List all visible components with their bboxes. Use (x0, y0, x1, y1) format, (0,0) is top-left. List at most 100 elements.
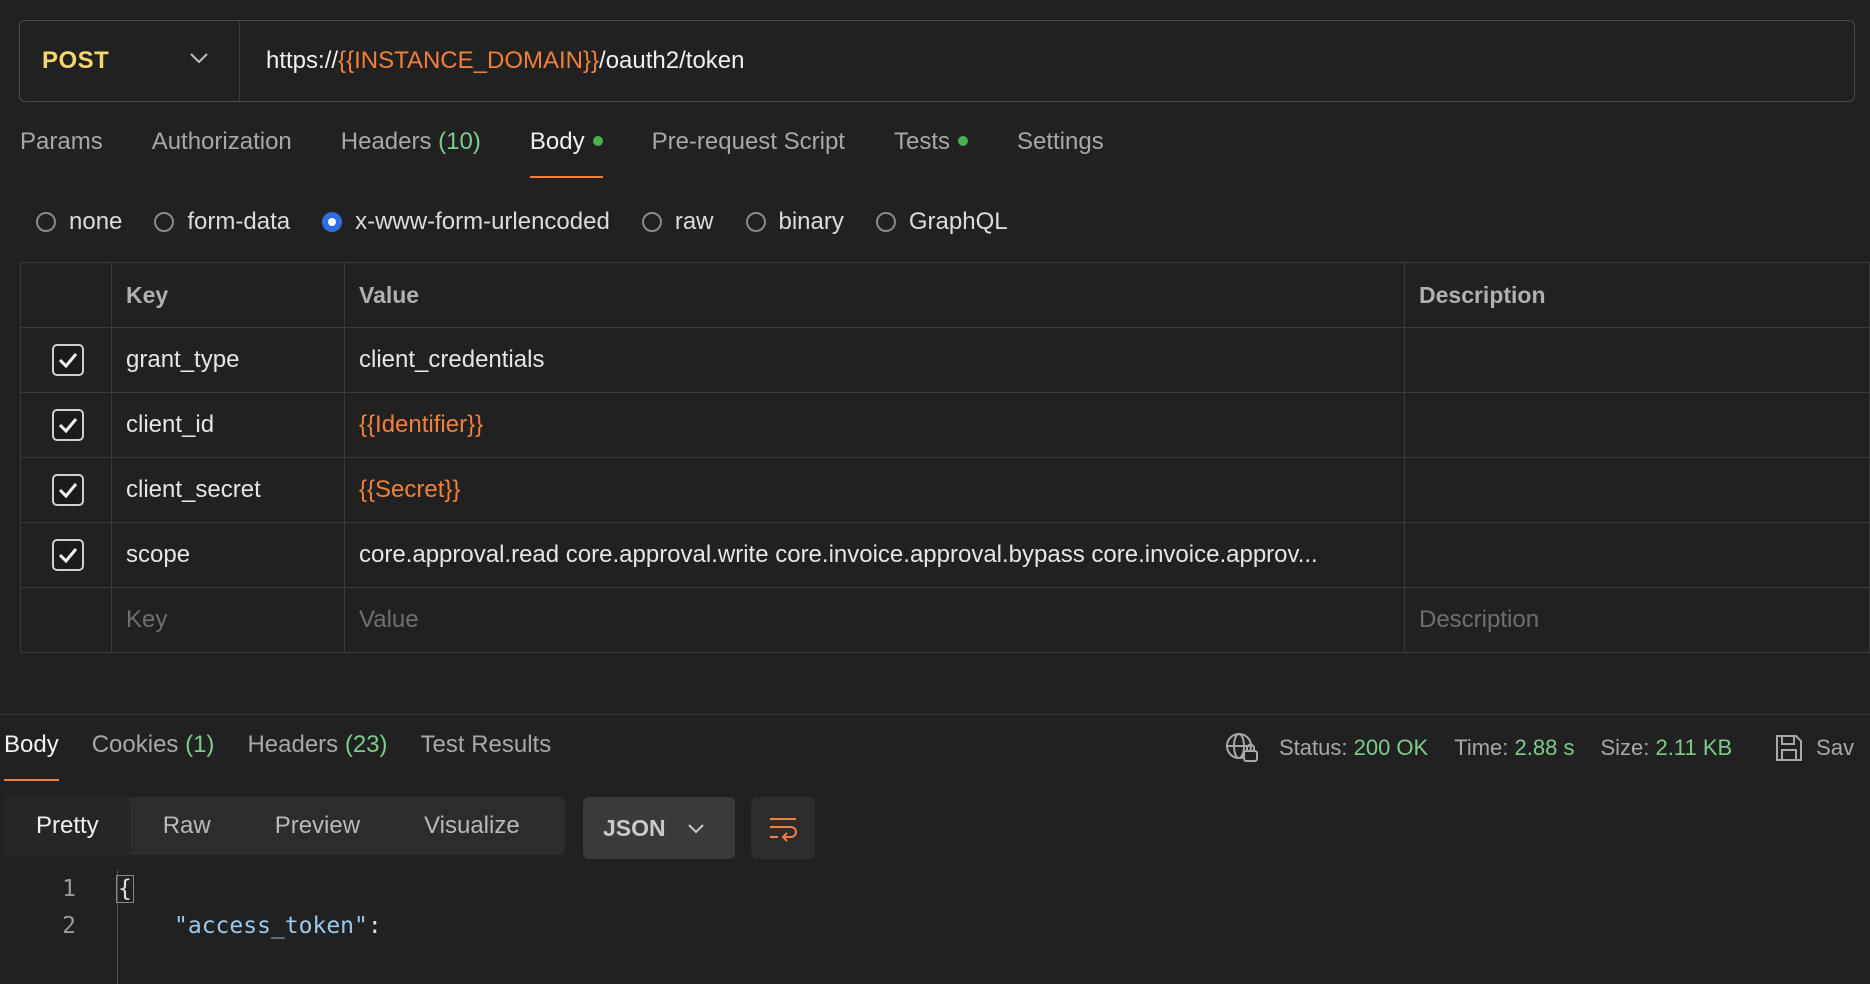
checkbox-header (20, 262, 112, 328)
size-readout[interactable]: Size: 2.11 KB (1600, 735, 1732, 761)
status-readout[interactable]: Status: 200 OK (1279, 735, 1428, 761)
format-select-label: JSON (603, 814, 666, 841)
row-checkbox[interactable] (52, 474, 84, 506)
value-cell[interactable]: core.approval.read core.approval.write c… (344, 522, 1405, 588)
check-icon (58, 483, 78, 498)
response-tab-body[interactable]: Body (4, 731, 59, 781)
radio-circle-icon (641, 212, 662, 232)
radio-label: none (69, 208, 123, 235)
key-cell[interactable]: grant_type (111, 327, 345, 393)
response-code-viewer[interactable]: 1 { 2 "access_token": (0, 870, 1870, 984)
radio-circle-icon (154, 212, 175, 232)
description-cell[interactable] (1404, 457, 1870, 523)
radio-label: GraphQL (908, 208, 1008, 235)
json-colon: : (367, 912, 382, 939)
tab-headers[interactable]: Headers (10) (341, 128, 481, 178)
check-icon (58, 353, 78, 368)
value-placeholder-input[interactable]: Value (344, 587, 1405, 653)
line-number: 1 (62, 875, 76, 902)
status-value: 200 OK (1353, 735, 1429, 760)
table-row: client_secret {{Secret}} (20, 457, 1870, 523)
row-checkbox[interactable] (52, 344, 84, 376)
body-type-radio-group: none form-data x-www-form-urlencoded raw… (36, 208, 1040, 236)
tab-settings[interactable]: Settings (1017, 128, 1104, 178)
size-value: 2.11 KB (1655, 735, 1733, 760)
save-response-button[interactable]: Sav (1774, 733, 1854, 763)
tab-label: Tests (893, 128, 950, 155)
save-label: Sav (1816, 735, 1855, 760)
format-select[interactable]: JSON (583, 797, 735, 859)
description-placeholder-input[interactable]: Description (1404, 587, 1870, 653)
description-cell[interactable] (1404, 522, 1870, 588)
radio-selected-icon (322, 212, 343, 232)
tab-body[interactable]: Body (529, 128, 603, 178)
tab-tests[interactable]: Tests (894, 128, 968, 178)
method-label: POST (42, 47, 110, 74)
key-cell[interactable]: client_id (111, 392, 345, 458)
tab-authorization[interactable]: Authorization (152, 128, 292, 178)
code-line: 2 "access_token": (0, 907, 1870, 944)
time-readout[interactable]: Time: 2.88 s (1454, 735, 1574, 761)
scope-value-text: core.approval.read core.approval.write c… (359, 541, 1318, 568)
view-pretty-button[interactable]: Pretty (4, 797, 131, 855)
radio-circle-icon (875, 212, 896, 232)
radio-raw[interactable]: raw (641, 208, 714, 236)
wrap-lines-button[interactable] (751, 797, 815, 859)
time-label: Time: (1454, 735, 1509, 760)
chevron-down-icon (190, 53, 208, 64)
json-key: "access_token" (174, 912, 368, 939)
response-tab-cookies[interactable]: Cookies (1) (92, 731, 215, 781)
value-cell[interactable]: {{Identifier}} (344, 392, 1405, 458)
line-number: 2 (62, 912, 76, 939)
radio-binary[interactable]: binary (745, 208, 844, 236)
headers-count-badge: (10) (438, 128, 481, 155)
code-text: { (116, 874, 134, 903)
status-label: Status: (1279, 735, 1348, 760)
params-table: Key Value Description grant_type client_… (20, 262, 1870, 653)
tab-pre-request-script[interactable]: Pre-request Script (652, 128, 845, 178)
radio-label: binary (778, 208, 844, 235)
key-column-header: Key (111, 262, 345, 328)
key-cell[interactable]: scope (111, 522, 345, 588)
radio-none[interactable]: none (36, 208, 122, 236)
response-tab-test-results[interactable]: Test Results (421, 731, 552, 781)
row-checkbox[interactable] (52, 409, 84, 441)
cookies-count-badge: (1) (185, 731, 215, 758)
tab-label: Cookies (91, 731, 179, 758)
table-header-row: Key Value Description (20, 262, 1870, 328)
description-cell[interactable] (1404, 392, 1870, 458)
wrap-lines-icon (770, 818, 797, 842)
response-status-bar: Status: 200 OK Time: 2.88 s Size: 2.11 K… (1225, 732, 1854, 764)
tab-label: Pre-request Script (651, 128, 845, 155)
tab-label: Authorization (151, 128, 292, 155)
view-visualize-button[interactable]: Visualize (392, 797, 552, 855)
globe-lock-icon[interactable] (1225, 732, 1259, 764)
radio-label: raw (674, 208, 714, 235)
save-icon (1776, 735, 1803, 761)
response-tab-headers[interactable]: Headers (23) (247, 731, 387, 781)
tab-label: Headers (340, 128, 432, 155)
view-raw-button[interactable]: Raw (131, 797, 243, 855)
empty-checkbox-cell (20, 587, 112, 653)
key-placeholder-input[interactable]: Key (111, 587, 345, 653)
radio-circle-icon (745, 212, 766, 232)
chevron-down-icon (688, 824, 704, 834)
time-value: 2.88 s (1514, 735, 1575, 760)
value-cell[interactable]: client_credentials (344, 327, 1405, 393)
method-select[interactable]: POST (20, 21, 240, 101)
view-mode-group: Pretty Raw Preview Visualize (4, 797, 565, 855)
radio-form-data[interactable]: form-data (154, 208, 290, 236)
radio-x-www-form-urlencoded[interactable]: x-www-form-urlencoded (322, 208, 610, 236)
request-url-bar: POST https://{{INSTANCE_DOMAIN}}/oauth2/… (19, 20, 1855, 102)
row-checkbox[interactable] (52, 539, 84, 571)
value-cell[interactable]: {{Secret}} (344, 457, 1405, 523)
tab-params[interactable]: Params (20, 128, 103, 178)
description-cell[interactable] (1404, 327, 1870, 393)
view-preview-button[interactable]: Preview (243, 797, 392, 855)
pane-divider[interactable] (0, 714, 1870, 715)
radio-graphql[interactable]: GraphQL (875, 208, 1008, 236)
key-cell[interactable]: client_secret (111, 457, 345, 523)
radio-circle-icon (36, 212, 56, 232)
url-input[interactable]: https://{{INSTANCE_DOMAIN}}/oauth2/token (240, 47, 744, 75)
tab-label: Settings (1016, 128, 1104, 155)
